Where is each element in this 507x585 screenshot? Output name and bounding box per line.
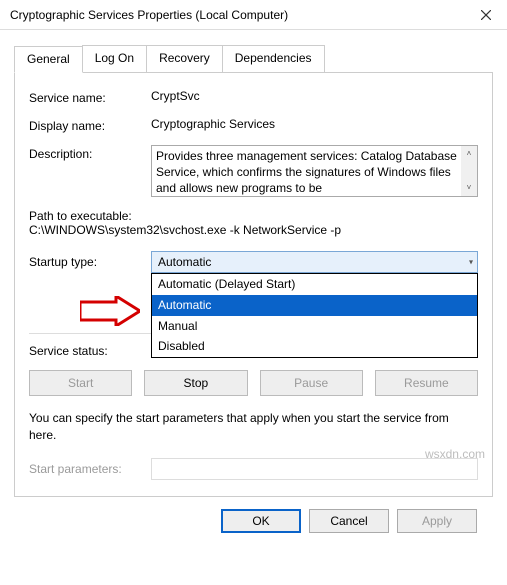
resume-button: Resume bbox=[375, 370, 478, 396]
startup-option-manual[interactable]: Manual bbox=[152, 316, 477, 337]
tab-panel-general: Service name: CryptSvc Display name: Cry… bbox=[14, 72, 493, 497]
apply-button: Apply bbox=[397, 509, 477, 533]
scroll-up-icon[interactable]: ˄ bbox=[461, 146, 477, 162]
tab-logon[interactable]: Log On bbox=[82, 45, 147, 72]
cancel-button[interactable]: Cancel bbox=[309, 509, 389, 533]
pause-button: Pause bbox=[260, 370, 363, 396]
service-name-label: Service name: bbox=[29, 89, 151, 105]
close-button[interactable] bbox=[465, 0, 507, 30]
ok-button[interactable]: OK bbox=[221, 509, 301, 533]
startup-option-disabled[interactable]: Disabled bbox=[152, 336, 477, 357]
scroll-down-icon[interactable]: ˅ bbox=[461, 180, 477, 196]
startup-option-automatic[interactable]: Automatic bbox=[152, 295, 477, 316]
description-label: Description: bbox=[29, 145, 151, 161]
tab-recovery[interactable]: Recovery bbox=[146, 45, 223, 72]
startup-type-select[interactable]: Automatic ▾ bbox=[151, 251, 478, 273]
start-hint-text: You can specify the start parameters tha… bbox=[29, 410, 478, 444]
startup-type-dropdown: Automatic (Delayed Start) Automatic Manu… bbox=[151, 273, 478, 358]
titlebar: Cryptographic Services Properties (Local… bbox=[0, 0, 507, 30]
tab-general[interactable]: General bbox=[14, 46, 83, 73]
path-value: C:\WINDOWS\system32\svchost.exe -k Netwo… bbox=[29, 223, 478, 237]
start-button: Start bbox=[29, 370, 132, 396]
dialog-button-row: OK Cancel Apply bbox=[14, 497, 493, 533]
description-text: Provides three management services: Cata… bbox=[156, 149, 457, 195]
startup-type-label: Startup type: bbox=[29, 255, 151, 269]
description-box: Provides three management services: Cata… bbox=[151, 145, 478, 197]
start-parameters-label: Start parameters: bbox=[29, 462, 151, 476]
display-name-label: Display name: bbox=[29, 117, 151, 133]
service-name-value: CryptSvc bbox=[151, 89, 478, 103]
description-scrollbar[interactable]: ˄ ˅ bbox=[461, 146, 477, 196]
watermark-text: wsxdn.com bbox=[425, 447, 485, 461]
startup-option-delayed[interactable]: Automatic (Delayed Start) bbox=[152, 274, 477, 295]
dialog-content: General Log On Recovery Dependencies Ser… bbox=[0, 30, 507, 541]
window-title: Cryptographic Services Properties (Local… bbox=[10, 8, 465, 22]
startup-type-value: Automatic bbox=[158, 255, 211, 269]
path-label: Path to executable: bbox=[29, 209, 478, 223]
display-name-value: Cryptographic Services bbox=[151, 117, 478, 131]
tab-dependencies[interactable]: Dependencies bbox=[222, 45, 325, 72]
stop-button[interactable]: Stop bbox=[144, 370, 247, 396]
service-status-label: Service status: bbox=[29, 344, 151, 358]
close-icon bbox=[481, 10, 491, 20]
tab-strip: General Log On Recovery Dependencies bbox=[14, 45, 493, 73]
chevron-down-icon: ▾ bbox=[469, 258, 473, 267]
